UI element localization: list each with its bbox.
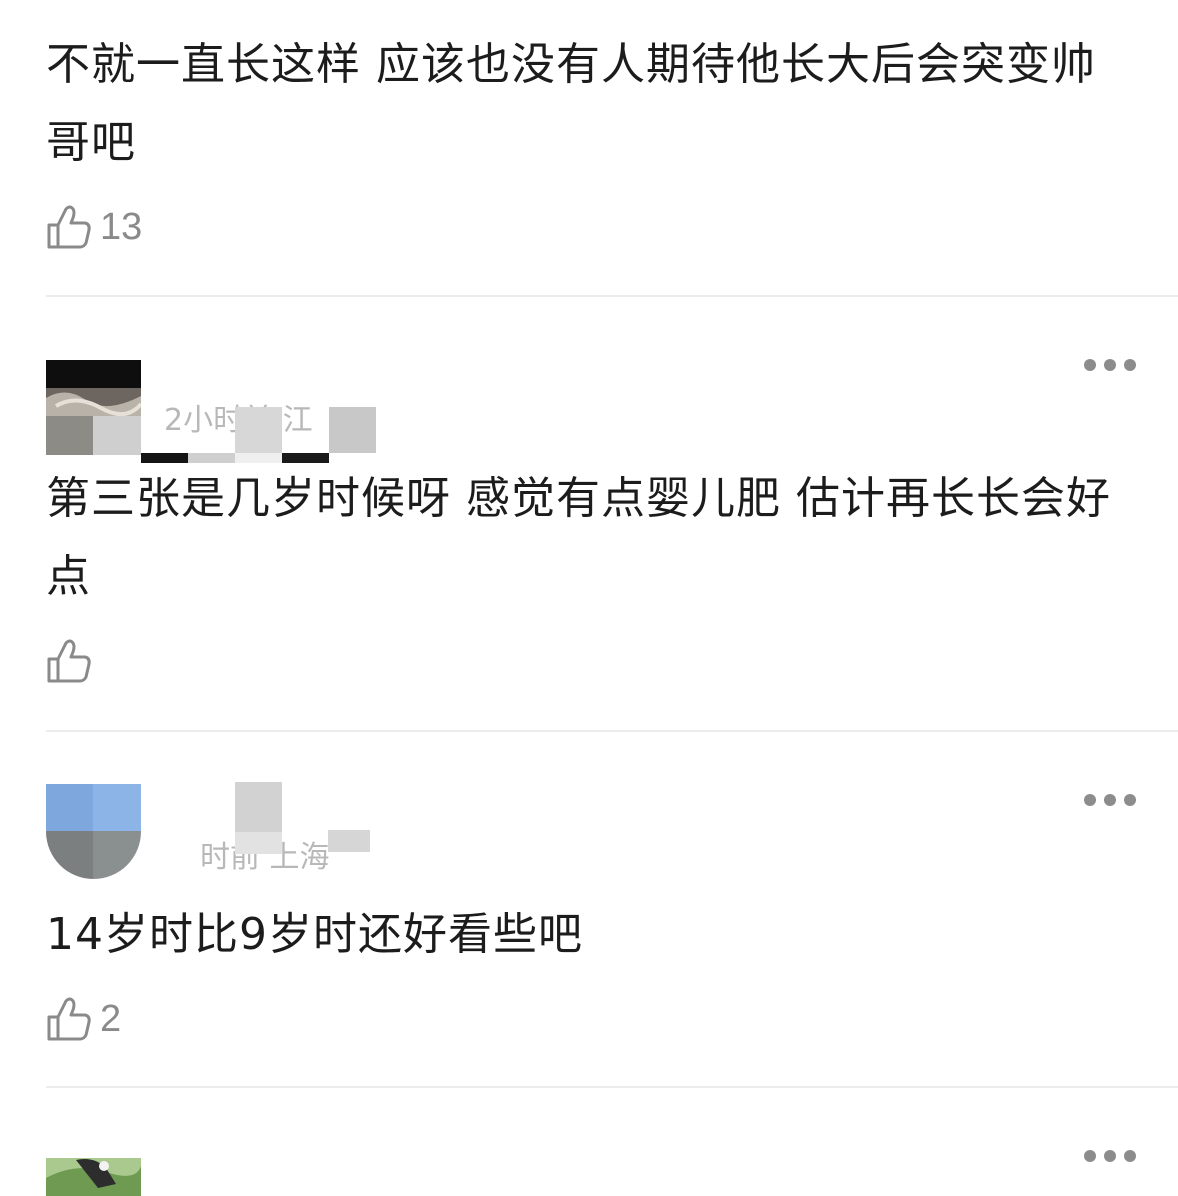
more-options-button[interactable] [1084, 1144, 1136, 1168]
more-dots-icon [1084, 359, 1096, 371]
comment-item-3: 时前 上海 14岁时比9岁时还好看些吧 2 [0, 732, 1178, 1088]
like-button[interactable]: 2 [46, 994, 121, 1044]
more-options-button[interactable] [1084, 788, 1136, 812]
username-blur [188, 782, 378, 862]
thumbs-up-icon [47, 205, 91, 249]
avatar-image [46, 784, 141, 879]
comment-list: 不就一直长这样 应该也没有人期待他长大后会突变帅哥吧 13 2小时前 江 第三张… [0, 0, 1178, 1196]
comment-item-4 [0, 1088, 1178, 1196]
thumbs-up-icon [47, 639, 91, 683]
comment-item-1: 不就一直长这样 应该也没有人期待他长大后会突变帅哥吧 13 [0, 0, 1178, 297]
like-count: 13 [100, 206, 143, 248]
like-count: 2 [100, 998, 122, 1040]
like-button[interactable] [46, 636, 100, 686]
more-dots-icon [1084, 1150, 1096, 1162]
username-blur [141, 407, 377, 465]
thumbs-up-icon [47, 997, 91, 1041]
comment-text: 第三张是几岁时候呀 感觉有点婴儿肥 估计再长长会好点 [46, 473, 1111, 602]
comment-text: 14岁时比9岁时还好看些吧 [46, 909, 583, 960]
avatar-image [46, 1158, 141, 1196]
like-button[interactable]: 13 [46, 202, 142, 252]
avatar-image [46, 360, 141, 455]
more-options-button[interactable] [1084, 353, 1136, 377]
avatar[interactable] [46, 1158, 141, 1196]
comment-text: 不就一直长这样 应该也没有人期待他长大后会突变帅哥吧 [46, 39, 1096, 168]
comment-item-2: 2小时前 江 第三张是几岁时候呀 感觉有点婴儿肥 估计再长长会好点 [0, 297, 1178, 733]
avatar[interactable] [46, 360, 141, 455]
avatar[interactable] [46, 784, 141, 879]
more-dots-icon [1084, 794, 1096, 806]
